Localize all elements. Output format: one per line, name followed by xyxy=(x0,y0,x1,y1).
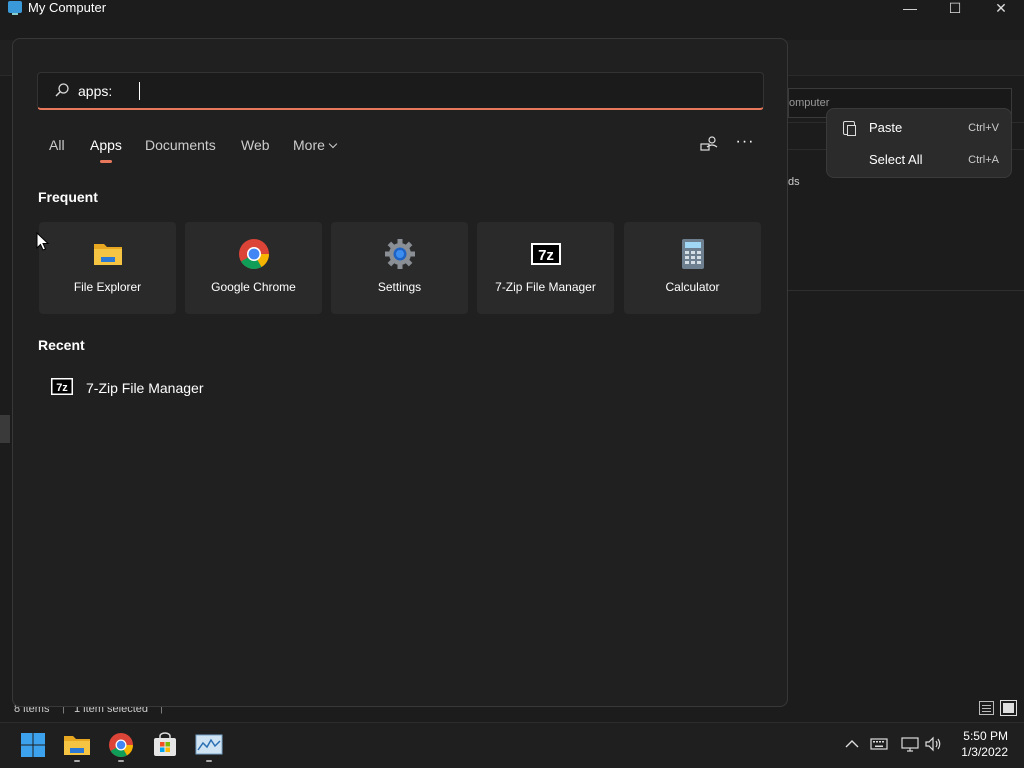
computer-icon xyxy=(8,1,22,15)
context-menu-select-all[interactable]: Select All Ctrl+A xyxy=(827,143,1013,175)
menu-item-label: Paste xyxy=(869,120,903,135)
resource-monitor-icon[interactable] xyxy=(195,731,223,759)
clock-time[interactable]: 5:50 PM xyxy=(958,729,1008,743)
recent-item-7zip[interactable]: 7z 7-Zip File Manager xyxy=(39,369,339,405)
menu-item-shortcut: Ctrl+A xyxy=(968,154,999,166)
close-button[interactable]: ✕ xyxy=(978,0,1024,16)
search-query: apps: xyxy=(78,83,113,99)
search-panel: apps: All Apps Documents Web More ··· Fr… xyxy=(12,38,788,707)
menu-item-label: Select All xyxy=(869,152,923,167)
frequent-heading: Frequent xyxy=(38,189,98,205)
clipboard-icon xyxy=(843,121,856,136)
explorer-divider xyxy=(788,290,1024,291)
running-indicator xyxy=(74,760,80,762)
svg-text:7z: 7z xyxy=(56,382,68,394)
context-menu: Paste Ctrl+V Select All Ctrl+A xyxy=(826,108,1012,178)
more-options-icon[interactable]: ··· xyxy=(735,133,755,153)
settings-gear-icon xyxy=(385,239,415,269)
search-input[interactable]: apps: xyxy=(37,72,764,110)
7zip-icon: 7z xyxy=(51,378,73,395)
app-tile-settings[interactable]: Settings xyxy=(331,222,468,314)
tab-all[interactable]: All xyxy=(49,137,65,153)
app-tile-label: File Explorer xyxy=(73,280,142,294)
app-tile-file-explorer[interactable]: File Explorer xyxy=(39,222,176,314)
taskbar: 5:50 PM 1/3/2022 xyxy=(0,722,1024,768)
text-caret xyxy=(139,82,140,100)
app-tile-label: Settings xyxy=(377,280,422,294)
recent-heading: Recent xyxy=(38,337,85,353)
large-icons-view-icon[interactable] xyxy=(1000,700,1017,716)
chrome-icon xyxy=(239,239,269,270)
windows-start-icon[interactable] xyxy=(19,731,47,759)
keyboard-icon[interactable] xyxy=(870,736,888,752)
details-view-icon[interactable] xyxy=(979,701,994,715)
tab-more-label: More xyxy=(293,137,325,153)
explorer-item-partial[interactable]: ds xyxy=(788,176,800,188)
search-icon xyxy=(55,83,69,97)
app-tile-label: Google Chrome xyxy=(211,280,296,294)
mouse-cursor-icon xyxy=(36,232,50,251)
app-tile-google-chrome[interactable]: Google Chrome xyxy=(185,222,322,314)
file-explorer-icon xyxy=(94,244,122,265)
minimize-button[interactable]: — xyxy=(887,0,933,16)
explorer-scrollbar[interactable] xyxy=(0,415,10,443)
svg-text:7z: 7z xyxy=(538,247,554,264)
7zip-icon: 7z xyxy=(531,243,561,265)
calculator-icon xyxy=(682,239,704,269)
app-tile-7zip[interactable]: 7z 7-Zip File Manager xyxy=(477,222,614,314)
tab-apps[interactable]: Apps xyxy=(90,137,122,153)
network-icon[interactable] xyxy=(901,736,919,752)
maximize-button[interactable]: ☐ xyxy=(932,0,978,16)
tab-documents[interactable]: Documents xyxy=(145,137,216,153)
app-tile-label: 7-Zip File Manager xyxy=(495,280,596,294)
chevron-down-icon xyxy=(328,139,338,149)
tab-more[interactable]: More xyxy=(293,137,338,153)
app-tile-label: Calculator xyxy=(665,280,720,294)
store-icon[interactable] xyxy=(151,731,179,759)
recent-item-label: 7-Zip File Manager xyxy=(86,380,204,396)
address-placeholder: omputer xyxy=(789,97,830,109)
window-title: My Computer xyxy=(28,0,107,15)
menu-item-shortcut: Ctrl+V xyxy=(968,122,999,134)
clock-date[interactable]: 1/3/2022 xyxy=(950,745,1008,759)
chevron-up-icon[interactable] xyxy=(843,736,861,752)
tab-web[interactable]: Web xyxy=(241,137,270,153)
selected-tab-indicator xyxy=(100,160,112,163)
chrome-icon[interactable] xyxy=(107,731,135,759)
volume-icon[interactable] xyxy=(925,736,943,752)
context-menu-paste[interactable]: Paste Ctrl+V xyxy=(827,111,1013,143)
running-indicator xyxy=(118,760,124,762)
running-indicator xyxy=(206,760,212,762)
account-switch-icon[interactable] xyxy=(700,135,718,153)
file-explorer-icon[interactable] xyxy=(63,731,91,759)
app-tile-calculator[interactable]: Calculator xyxy=(624,222,761,314)
title-bar: My Computer — ☐ ✕ xyxy=(0,0,1024,40)
